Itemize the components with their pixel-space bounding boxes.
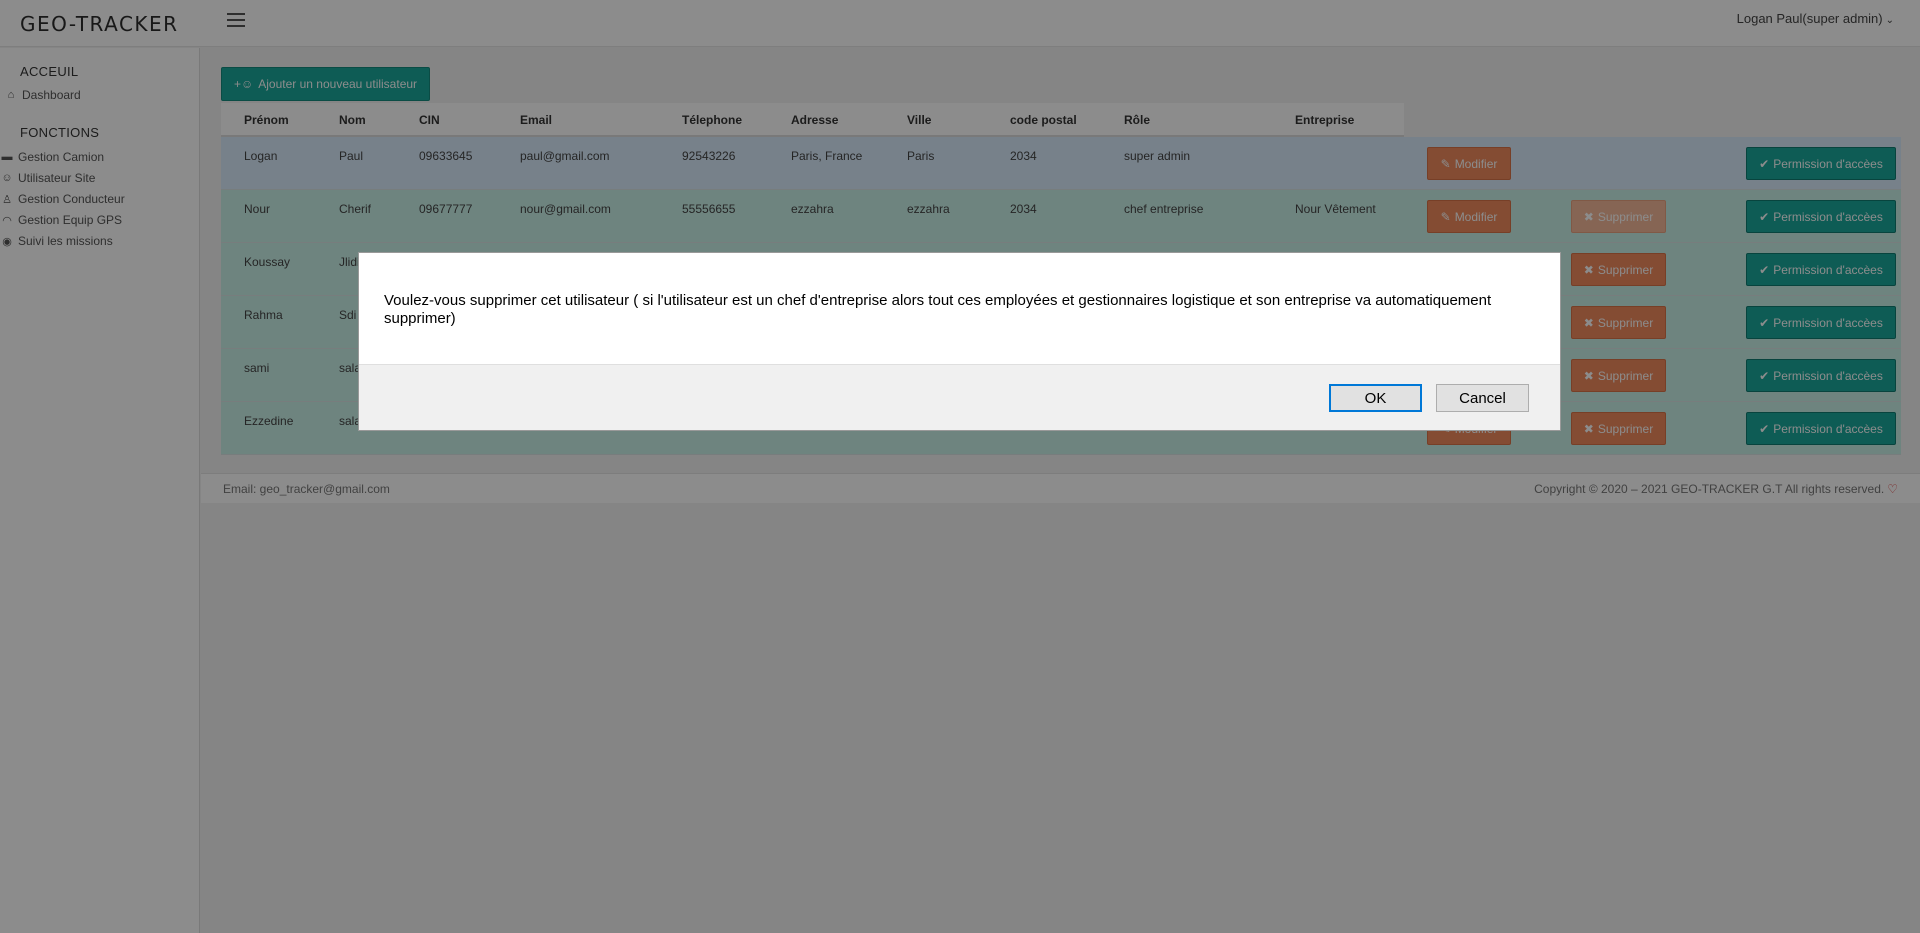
- modal-overlay: [0, 0, 1920, 933]
- confirm-dialog: Voulez-vous supprimer cet utilisateur ( …: [358, 252, 1561, 431]
- ok-button[interactable]: OK: [1329, 384, 1422, 412]
- dialog-footer: OK Cancel: [359, 364, 1560, 430]
- dialog-message: Voulez-vous supprimer cet utilisateur ( …: [384, 292, 1492, 327]
- cancel-button[interactable]: Cancel: [1436, 384, 1529, 412]
